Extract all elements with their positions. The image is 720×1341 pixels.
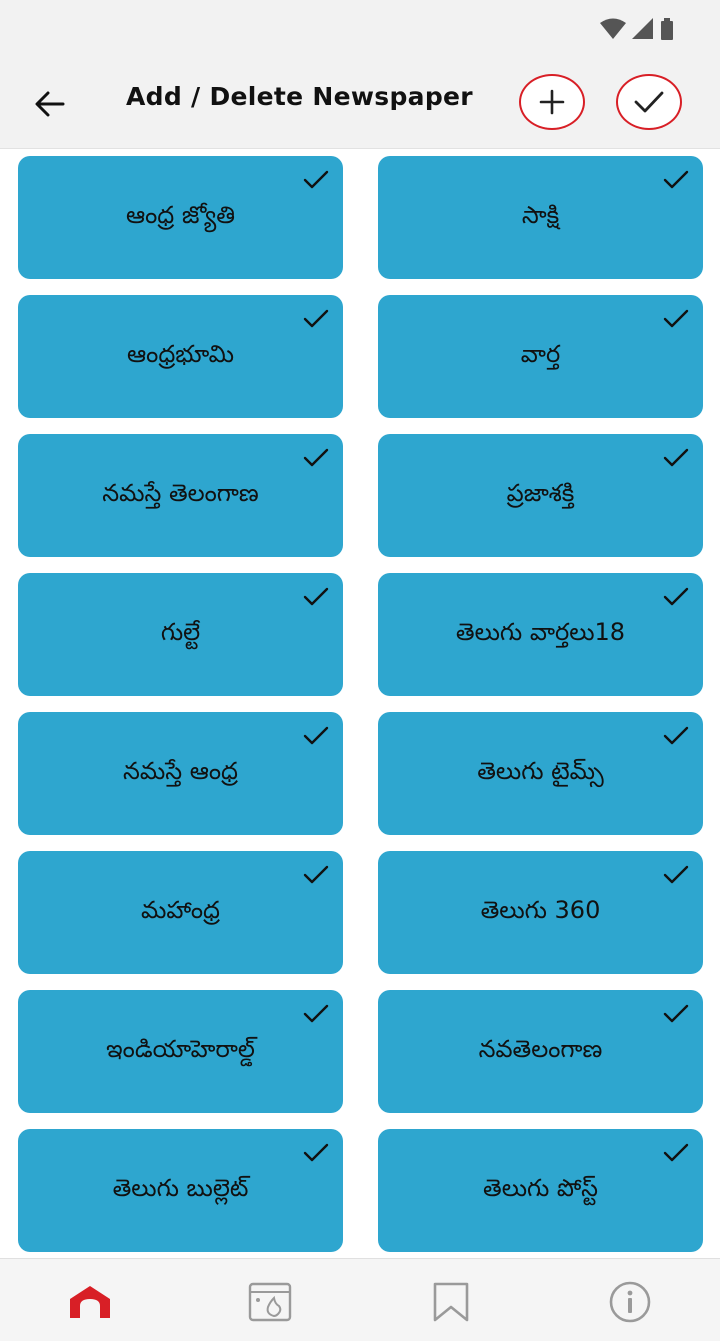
- bookmark-icon: [433, 1282, 469, 1322]
- signal-icon: [632, 18, 653, 39]
- newspaper-name: సాక్షి: [521, 200, 560, 229]
- newspaper-tile[interactable]: నమస్తే తెలంగాణ: [18, 434, 343, 557]
- newspaper-name: తెలుగు వార్తలు18: [455, 617, 626, 646]
- check-icon: [663, 1004, 689, 1023]
- check-icon: [634, 91, 664, 113]
- newspaper-name: నవతెలంగాణ: [478, 1034, 603, 1063]
- newspaper-grid: ఆంధ్ర జ్యోతి సాక్షి ఆంధ్రభూమి వార్త నమస్…: [18, 156, 703, 1256]
- newspaper-tile[interactable]: ఆంధ్రభూమి: [18, 295, 343, 418]
- nav-home[interactable]: [67, 1281, 113, 1323]
- check-icon: [663, 1143, 689, 1162]
- check-icon: [303, 1143, 329, 1162]
- check-icon: [303, 587, 329, 606]
- nav-bookmarks[interactable]: [428, 1281, 474, 1323]
- nav-gallery[interactable]: [247, 1281, 293, 1323]
- newspaper-tile[interactable]: తెలుగు వార్తలు18: [378, 573, 703, 696]
- page-title: Add / Delete Newspaper: [126, 82, 473, 111]
- newspaper-tile[interactable]: వార్త: [378, 295, 703, 418]
- check-icon: [303, 726, 329, 745]
- check-icon: [663, 865, 689, 884]
- newspaper-tile[interactable]: తెలుగు టైమ్స్: [378, 712, 703, 835]
- check-icon: [663, 587, 689, 606]
- status-bar: [0, 0, 720, 60]
- newspaper-tile[interactable]: ప్రజాశక్తి: [378, 434, 703, 557]
- done-button[interactable]: [616, 74, 682, 130]
- newspaper-name: నమస్తే తెలంగాణ: [102, 478, 259, 507]
- check-icon: [663, 726, 689, 745]
- check-icon: [663, 170, 689, 189]
- info-icon: [609, 1281, 651, 1323]
- newspaper-name: ఆంధ్రభూమి: [127, 339, 234, 368]
- check-icon: [663, 448, 689, 467]
- newspaper-name: గుల్టే: [160, 617, 201, 646]
- add-newspaper-button[interactable]: [519, 74, 585, 130]
- newspaper-name: ప్రజాశక్తి: [506, 478, 575, 507]
- back-button[interactable]: [28, 84, 72, 124]
- arrow-left-icon: [35, 91, 65, 117]
- newspaper-name: ఇండియాహెరాల్డ్: [106, 1034, 255, 1063]
- home-icon: [70, 1286, 110, 1318]
- app-bar: Add / Delete Newspaper: [0, 60, 720, 149]
- newspaper-name: తెలుగు పోస్ట్: [483, 1173, 598, 1202]
- newspaper-name: తెలుగు బుల్లెట్: [112, 1173, 249, 1202]
- gallery-icon: [248, 1282, 292, 1322]
- plus-icon: [539, 89, 565, 115]
- newspaper-tile[interactable]: నవతెలంగాణ: [378, 990, 703, 1113]
- bottom-nav: [0, 1258, 720, 1341]
- check-icon: [663, 309, 689, 328]
- newspaper-tile[interactable]: తెలుగు బుల్లెట్: [18, 1129, 343, 1252]
- newspaper-tile[interactable]: ఆంధ్ర జ్యోతి: [18, 156, 343, 279]
- newspaper-name: తెలుగు 360: [480, 895, 601, 924]
- status-icons: [600, 18, 674, 40]
- newspaper-tile[interactable]: మహాంధ్ర: [18, 851, 343, 974]
- newspaper-name: తెలుగు టైమ్స్: [477, 756, 604, 785]
- newspaper-name: వార్త: [520, 339, 561, 368]
- newspaper-tile[interactable]: సాక్షి: [378, 156, 703, 279]
- check-icon: [303, 865, 329, 884]
- newspaper-tile[interactable]: నమస్తే ఆంధ్ర: [18, 712, 343, 835]
- newspaper-tile[interactable]: గుల్టే: [18, 573, 343, 696]
- newspaper-tile[interactable]: తెలుగు 360: [378, 851, 703, 974]
- battery-icon: [661, 18, 673, 40]
- check-icon: [303, 1004, 329, 1023]
- check-icon: [303, 448, 329, 467]
- check-icon: [303, 309, 329, 328]
- check-icon: [303, 170, 329, 189]
- newspaper-tile[interactable]: తెలుగు పోస్ట్: [378, 1129, 703, 1252]
- newspaper-name: మహాంధ్ర: [140, 895, 221, 924]
- newspaper-tile[interactable]: ఇండియాహెరాల్డ్: [18, 990, 343, 1113]
- newspaper-name: ఆంధ్ర జ్యోతి: [125, 200, 236, 229]
- nav-info[interactable]: [607, 1281, 653, 1323]
- newspaper-name: నమస్తే ఆంధ్ర: [123, 756, 238, 785]
- wifi-icon: [600, 18, 626, 39]
